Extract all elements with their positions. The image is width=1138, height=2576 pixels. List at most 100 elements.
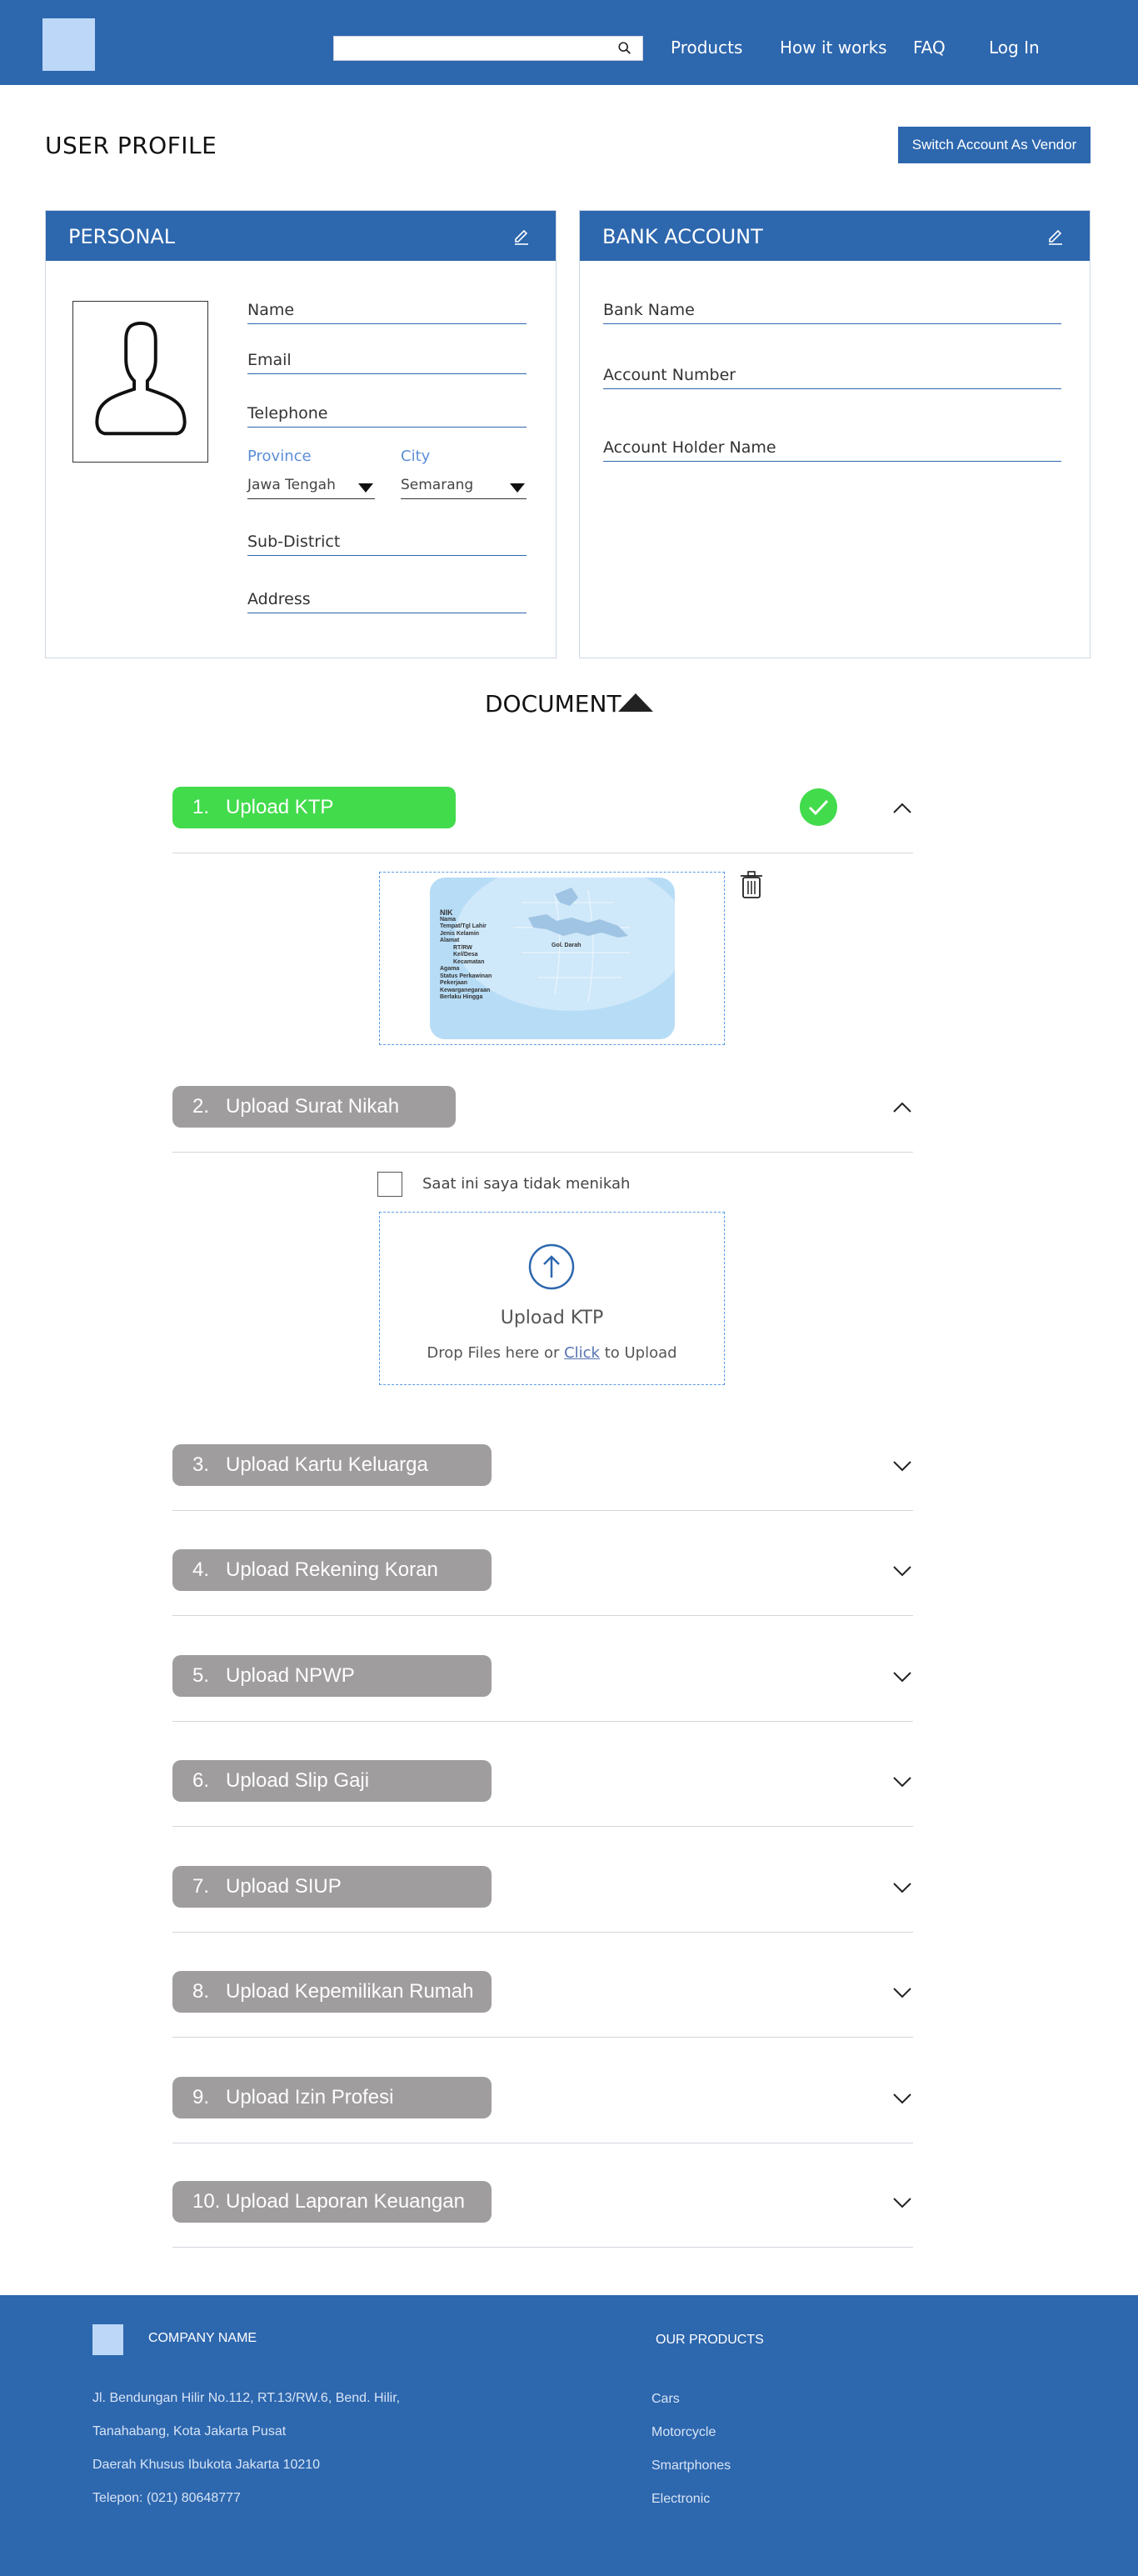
chevron-down-icon[interactable] bbox=[891, 1771, 913, 1793]
document-upload-pill[interactable]: 5. Upload NPWP bbox=[172, 1655, 492, 1697]
user-silhouette-icon bbox=[95, 321, 187, 436]
search-bar[interactable] bbox=[333, 36, 643, 61]
document-number: 3. bbox=[192, 1453, 210, 1476]
bank-name-field[interactable]: Bank Name bbox=[603, 299, 1061, 324]
ktp-preview-box: NIK Nama Tempat/Tgl Lahir Jenis Kelamin Alam… bbox=[379, 872, 725, 1045]
name-field[interactable]: Name bbox=[247, 299, 527, 324]
chevron-down-icon[interactable] bbox=[891, 1666, 913, 1688]
chevron-up-icon[interactable] bbox=[891, 1097, 913, 1118]
ktp-field-label: Alamat bbox=[440, 938, 460, 943]
nav-products[interactable]: Products bbox=[671, 38, 742, 58]
nav-how-it-works[interactable]: How it works bbox=[780, 38, 887, 58]
address-field[interactable]: Address bbox=[247, 588, 527, 613]
document-row: 1. Upload KTP bbox=[172, 787, 913, 853]
telephone-field[interactable]: Telephone bbox=[247, 403, 527, 428]
trash-icon[interactable] bbox=[739, 870, 764, 900]
chevron-down-icon[interactable] bbox=[891, 1982, 913, 2003]
document-label: Upload SIUP bbox=[226, 1875, 342, 1898]
chevron-down-icon[interactable] bbox=[891, 1455, 913, 1477]
footer-logo bbox=[92, 2324, 123, 2355]
document-label: Upload Kepemilikan Rumah bbox=[226, 1980, 474, 2003]
chevron-down-icon[interactable] bbox=[891, 2192, 913, 2213]
account-number-field[interactable]: Account Number bbox=[603, 364, 1061, 389]
chevron-down-icon[interactable] bbox=[891, 2088, 913, 2109]
chevron-down-icon bbox=[510, 483, 525, 493]
check-icon bbox=[800, 788, 837, 826]
telephone-label: Telephone bbox=[247, 404, 328, 423]
ktp-field-label: Nama bbox=[440, 916, 457, 923]
name-label: Name bbox=[247, 301, 295, 319]
city-caption: City bbox=[401, 448, 431, 465]
footer-product-link[interactable]: Smartphones bbox=[651, 2458, 731, 2473]
subdistrict-field[interactable]: Sub-District bbox=[247, 531, 527, 556]
ktp-field-label: NIK bbox=[440, 908, 453, 917]
footer-product-link[interactable]: Motorcycle bbox=[651, 2425, 716, 2440]
search-input[interactable] bbox=[339, 39, 614, 58]
province-caption: Province bbox=[247, 448, 312, 465]
footer: COMPANY NAME Jl. Bendungan Hilir No.112,… bbox=[0, 2295, 1138, 2576]
upload-hint-prefix: Drop Files here or bbox=[427, 1344, 565, 1362]
chevron-up-icon[interactable] bbox=[891, 798, 913, 819]
edit-bank-icon[interactable] bbox=[1046, 228, 1065, 246]
document-row: 10. Upload Laporan Keuangan bbox=[172, 2181, 913, 2248]
top-nav-bar: Products How it works FAQ Log In bbox=[0, 0, 1138, 85]
chevron-down-icon[interactable] bbox=[891, 1560, 913, 1582]
ktp-blood-label: Gol. Darah bbox=[552, 943, 581, 948]
document-number: 10. bbox=[192, 2190, 221, 2213]
edit-personal-icon[interactable] bbox=[512, 228, 531, 246]
ktp-field-label: RT/RW bbox=[453, 944, 472, 951]
document-upload-pill[interactable]: 8. Upload Kepemilikan Rumah bbox=[172, 1971, 492, 2013]
document-number: 5. bbox=[192, 1664, 210, 1687]
file-dropzone[interactable]: Upload KTP Drop Files here or Click to U… bbox=[379, 1212, 725, 1385]
document-number: 6. bbox=[192, 1769, 210, 1792]
document-row: 3. Upload Kartu Keluarga bbox=[172, 1444, 913, 1511]
not-married-checkbox[interactable] bbox=[377, 1172, 402, 1197]
bank-card-header: BANK ACCOUNT bbox=[580, 211, 1090, 261]
personal-card-header: PERSONAL bbox=[46, 211, 556, 261]
switch-vendor-button[interactable]: Switch Account As Vendor bbox=[898, 127, 1091, 163]
footer-product-link[interactable]: Cars bbox=[651, 2392, 680, 2407]
holder-name-field[interactable]: Account Holder Name bbox=[603, 437, 1061, 462]
ktp-field-label: Kewarganegaraan bbox=[440, 987, 491, 993]
footer-phone: Telepon: (021) 80648777 bbox=[92, 2491, 241, 2505]
document-upload-pill[interactable]: 7. Upload SIUP bbox=[172, 1866, 492, 1908]
site-logo[interactable] bbox=[42, 18, 95, 71]
nav-faq[interactable]: FAQ bbox=[913, 38, 946, 58]
province-select[interactable]: Jawa Tengah bbox=[247, 474, 375, 499]
email-field[interactable]: Email bbox=[247, 349, 527, 374]
city-select[interactable]: Semarang bbox=[401, 474, 527, 499]
document-upload-pill[interactable]: 3. Upload Kartu Keluarga bbox=[172, 1444, 492, 1486]
document-upload-pill[interactable]: 9. Upload Izin Profesi bbox=[172, 2077, 492, 2118]
document-label: Upload KTP bbox=[226, 796, 334, 818]
ktp-field-label: Tempat/Tgl Lahir bbox=[440, 923, 487, 929]
account-number-label: Account Number bbox=[603, 366, 736, 384]
bank-account-card: BANK ACCOUNT Bank Name Account Number Ac… bbox=[579, 210, 1091, 658]
ktp-field-label: Pekerjaan bbox=[440, 980, 468, 986]
document-row: 9. Upload Izin Profesi bbox=[172, 2077, 913, 2143]
document-upload-pill[interactable]: 4. Upload Rekening Koran bbox=[172, 1549, 492, 1591]
holder-name-label: Account Holder Name bbox=[603, 438, 776, 457]
bank-card-title: BANK ACCOUNT bbox=[602, 225, 763, 248]
document-upload-pill[interactable]: 1. Upload KTP bbox=[172, 787, 456, 828]
document-number: 8. bbox=[192, 1980, 210, 2003]
page-title: USER PROFILE bbox=[45, 132, 217, 159]
ktp-field-label: Agama bbox=[440, 966, 460, 972]
document-section-title: DOCUMENT bbox=[485, 690, 621, 718]
document-upload-pill[interactable]: 2. Upload Surat Nikah bbox=[172, 1086, 456, 1128]
upload-click-link[interactable]: Click bbox=[564, 1344, 600, 1362]
ktp-card-image: NIK Nama Tempat/Tgl Lahir Jenis Kelamin Alam… bbox=[430, 878, 675, 1039]
ktp-field-label: Kel/Desa bbox=[453, 952, 478, 958]
footer-company-name: COMPANY NAME bbox=[148, 2331, 257, 2345]
document-upload-pill[interactable]: 10. Upload Laporan Keuangan bbox=[172, 2181, 492, 2223]
document-upload-pill[interactable]: 6. Upload Slip Gaji bbox=[172, 1760, 492, 1802]
collapse-up-icon[interactable] bbox=[618, 693, 653, 712]
search-icon[interactable] bbox=[617, 41, 632, 56]
footer-product-link[interactable]: Electronic bbox=[651, 2492, 710, 2507]
email-label: Email bbox=[247, 351, 292, 369]
address-label: Address bbox=[247, 590, 311, 608]
nav-login[interactable]: Log In bbox=[989, 38, 1040, 58]
chevron-down-icon[interactable] bbox=[891, 1877, 913, 1898]
document-row: 7. Upload SIUP bbox=[172, 1866, 913, 1933]
document-number: 1. bbox=[192, 796, 210, 818]
profile-photo[interactable] bbox=[72, 301, 208, 463]
